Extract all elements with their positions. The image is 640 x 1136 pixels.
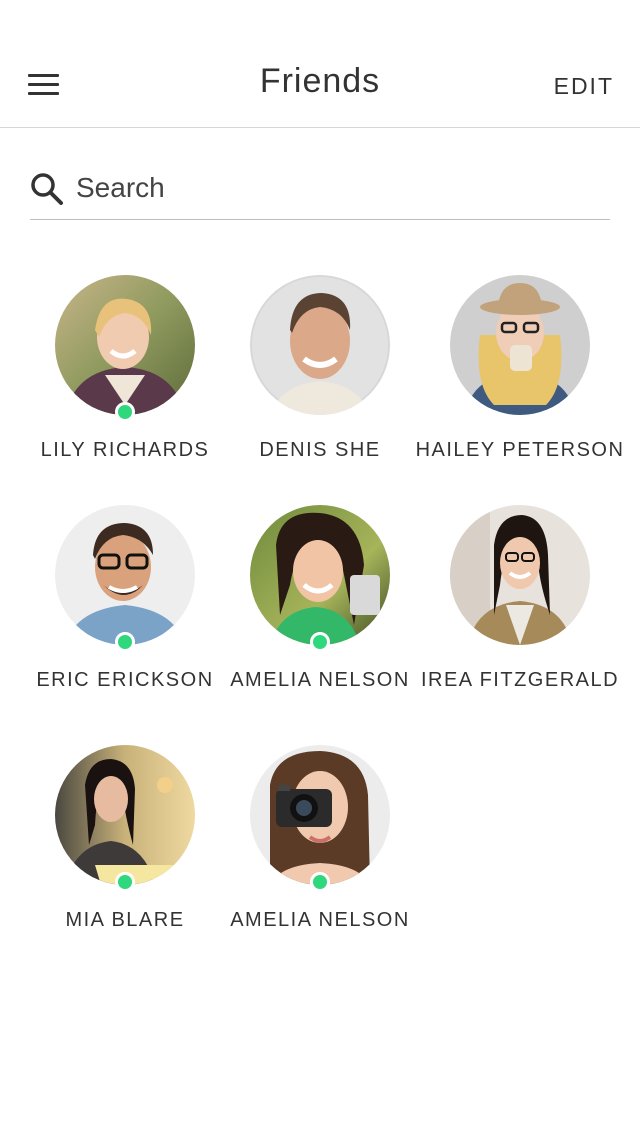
- friend-card[interactable]: ERIC ERICKSON: [20, 505, 230, 705]
- friend-card[interactable]: HAILEY PETERSON: [415, 275, 625, 475]
- friend-name: AMELIA NELSON: [230, 669, 410, 691]
- search-bar: [30, 160, 610, 220]
- online-status-dot: [115, 402, 135, 422]
- avatar: [55, 275, 195, 415]
- avatar: [55, 505, 195, 645]
- online-status-dot: [310, 632, 330, 652]
- online-status-dot: [310, 872, 330, 892]
- online-status-dot: [115, 872, 135, 892]
- top-bar: Friends EDIT: [0, 0, 640, 128]
- search-input[interactable]: [76, 168, 596, 208]
- friend-name: IREA FITZGERALD: [420, 669, 620, 691]
- online-status-dot: [115, 632, 135, 652]
- friend-card[interactable]: DENIS SHE: [215, 275, 425, 475]
- friend-card[interactable]: IREA FITZGERALD: [415, 505, 625, 705]
- avatar: [55, 745, 195, 885]
- friend-card[interactable]: LILY RICHARDS: [20, 275, 230, 475]
- avatar: [250, 275, 390, 415]
- friend-name: AMELIA NELSON: [230, 909, 410, 931]
- friend-name: DENIS SHE: [259, 439, 381, 461]
- avatar: [450, 505, 590, 645]
- friend-card[interactable]: MIA BLARE: [20, 745, 230, 945]
- friend-card[interactable]: AMELIA NELSON: [215, 745, 425, 945]
- avatar: [250, 745, 390, 885]
- avatar: [250, 505, 390, 645]
- search-icon: [31, 173, 63, 205]
- avatar: [450, 275, 590, 415]
- friend-card[interactable]: AMELIA NELSON: [215, 505, 425, 705]
- friend-name: HAILEY PETERSON: [415, 439, 625, 461]
- edit-button[interactable]: EDIT: [554, 70, 614, 102]
- page-title: Friends: [259, 62, 381, 100]
